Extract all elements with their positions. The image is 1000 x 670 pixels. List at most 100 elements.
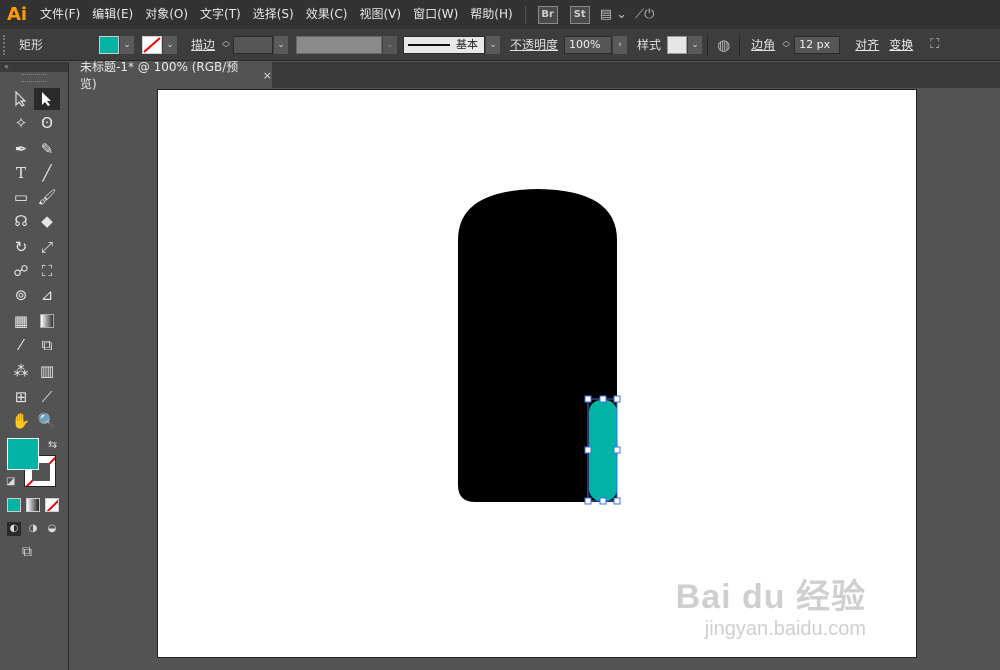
draw-inside-icon[interactable]: ◒ (45, 522, 59, 536)
paintbrush-tool-icon[interactable]: 🖌 (34, 186, 60, 208)
style-dropdown[interactable]: ⌄ (688, 35, 703, 54)
eyedropper-tool-icon[interactable]: ⁄ (8, 334, 34, 356)
fill-dropdown[interactable]: ⌄ (120, 35, 135, 54)
menu-view[interactable]: 视图(V) (353, 0, 407, 29)
none-mode-button[interactable] (45, 498, 59, 512)
line-segment-tool-icon[interactable]: ╱ (34, 162, 60, 184)
rotate-tool-icon[interactable]: ↻ (8, 236, 34, 258)
column-graph-tool-icon[interactable]: ▥ (34, 360, 60, 382)
stroke-label[interactable]: 描边 (185, 36, 221, 53)
selection-tool-icon[interactable] (8, 88, 34, 110)
opacity-field[interactable]: 100% (564, 35, 613, 54)
mesh-tool-icon[interactable]: ▦ (8, 310, 34, 332)
shaper-tool-icon[interactable]: ☊ (8, 210, 34, 232)
scale-tool-icon[interactable]: ⤢ (34, 236, 60, 258)
screen-mode-icon[interactable]: ⧉ (22, 544, 32, 560)
curvature-tool-icon[interactable]: ✎ (34, 138, 60, 160)
gradient-tool-icon[interactable] (34, 310, 60, 332)
brush-stroke-preview (408, 43, 451, 46)
slice-tool-icon[interactable]: ⟋ (34, 386, 60, 408)
tools-panel: « ✧ ʘ ✒ ✎ T ╱ ▭ 🖌 ☊ ◆ ↻ ⤢ ☍ ⛶ ⊚ ⊿ ▦ ⁄ ⧉ … (0, 62, 69, 670)
style-label: 样式 (637, 38, 662, 52)
hand-tool-icon[interactable]: ✋ (8, 410, 34, 432)
stroke-weight-field[interactable] (233, 35, 274, 54)
corner-spinner[interactable]: ︿ ﹀ (781, 36, 791, 54)
baidu-watermark: Bai du 经验 jingyan.baidu.com (676, 569, 866, 641)
blend-tool-icon[interactable]: ⧉ (34, 334, 60, 356)
workspace-layout-icon[interactable]: ▤ ⌄ (600, 7, 627, 22)
stroke-dropdown[interactable]: ⌄ (163, 35, 178, 54)
graphic-style-swatch[interactable] (667, 35, 688, 54)
direct-selection-tool-icon[interactable] (34, 88, 60, 110)
recolor-artwork-icon[interactable]: ◍ (717, 36, 730, 54)
align-button[interactable]: 对齐 (850, 36, 884, 53)
app-logo: Ai (6, 4, 28, 25)
gpu-performance-icon[interactable]: ⟋⏻ (635, 7, 654, 22)
control-divider (739, 33, 741, 56)
variable-width-profile[interactable] (296, 35, 383, 54)
menu-file[interactable]: 文件(F) (34, 0, 86, 29)
shape-builder-tool-icon[interactable]: ⊚ (8, 284, 34, 306)
artboard-tool-icon[interactable]: ⊞ (8, 386, 34, 408)
tools-collapse-button[interactable]: « (0, 62, 68, 72)
artboard[interactable]: Bai du 经验 jingyan.baidu.com (157, 89, 917, 658)
warp-tool-icon[interactable]: ☍ (8, 260, 34, 282)
menu-help[interactable]: 帮助(H) (464, 0, 518, 29)
pen-tool-icon[interactable]: ✒ (8, 138, 34, 160)
eraser-tool-icon[interactable]: ◆ (34, 210, 60, 232)
corner-radius-field[interactable]: 12 px (794, 35, 841, 54)
fill-color-box[interactable] (7, 438, 39, 470)
document-tab-title: 未标题-1* @ 100% (RGB/预览) (80, 60, 239, 91)
perspective-grid-tool-icon[interactable]: ⊿ (34, 284, 60, 306)
free-transform-tool-icon[interactable]: ⛶ (34, 260, 60, 282)
gradient-mode-button[interactable] (26, 498, 40, 512)
default-fill-stroke-icon[interactable]: ◪ (6, 476, 15, 487)
corner-label[interactable]: 边角 (745, 36, 781, 53)
magic-wand-tool-icon[interactable]: ✧ (8, 112, 34, 134)
lasso-tool-icon[interactable]: ʘ (34, 112, 60, 134)
menu-effect[interactable]: 效果(C) (300, 0, 354, 29)
brush-name: 基本 (456, 37, 479, 51)
brush-definition[interactable]: 基本 (403, 35, 486, 54)
gradient-swatch-icon (40, 314, 54, 328)
control-bar: 矩形 ⌄ ⌄ 描边 ︿ ﹀ ⌄ ⌄ 基本 ⌄ 不透明度 100% › 样式 ⌄ ◍… (0, 29, 1000, 61)
watermark-url: jingyan.baidu.com (704, 618, 866, 640)
opacity-dropdown[interactable]: › (613, 35, 628, 54)
close-tab-icon[interactable]: × (263, 69, 272, 82)
none-icon (46, 499, 58, 511)
menu-window[interactable]: 窗口(W) (407, 0, 464, 29)
stroke-weight-dropdown[interactable]: ⌄ (274, 35, 289, 54)
menu-select[interactable]: 选择(S) (247, 0, 300, 29)
isolate-object-icon[interactable]: ⛶ (930, 37, 939, 52)
no-stroke-icon (143, 36, 161, 53)
document-tab[interactable]: 未标题-1* @ 100% (RGB/预览) × (70, 60, 272, 91)
brush-dropdown[interactable]: ⌄ (486, 35, 501, 54)
opacity-label[interactable]: 不透明度 (504, 36, 564, 53)
menu-type[interactable]: 文字(T) (194, 0, 247, 29)
menu-divider (524, 5, 526, 24)
menu-edit[interactable]: 编辑(E) (86, 0, 139, 29)
bridge-button[interactable]: Br (537, 5, 558, 24)
fill-swatch[interactable] (99, 35, 120, 54)
stroke-weight-spinner[interactable]: ︿ ﹀ (221, 36, 231, 54)
stock-button[interactable]: St (569, 5, 590, 24)
stroke-swatch[interactable] (142, 35, 163, 54)
menu-object[interactable]: 对象(O) (139, 0, 194, 29)
draw-normal-icon[interactable]: ◐ (7, 522, 21, 536)
symbol-sprayer-tool-icon[interactable]: ⁂ (8, 360, 34, 382)
menu-bar: Ai 文件(F) 编辑(E) 对象(O) 文字(T) 选择(S) 效果(C) 视… (0, 0, 1000, 29)
panel-grip[interactable] (3, 34, 7, 55)
zoom-tool-icon[interactable]: 🔍 (34, 410, 60, 432)
teal-rounded-rectangle[interactable] (589, 400, 617, 501)
transform-button[interactable]: 变换 (884, 36, 918, 53)
rectangle-tool-icon[interactable]: ▭ (8, 186, 34, 208)
color-mode-button[interactable] (7, 498, 21, 512)
watermark-brand: Bai du 经验 (675, 578, 866, 616)
type-tool-icon[interactable]: T (8, 162, 34, 184)
shape-type-label: 矩形 (19, 38, 44, 52)
tools-grip[interactable] (22, 74, 46, 82)
swap-fill-stroke-icon[interactable]: ⇆ (48, 438, 57, 451)
document-tab-bar: 未标题-1* @ 100% (RGB/预览) × (70, 60, 1000, 91)
profile-dropdown[interactable]: ⌄ (383, 35, 398, 54)
draw-behind-icon[interactable]: ◑ (26, 522, 40, 536)
